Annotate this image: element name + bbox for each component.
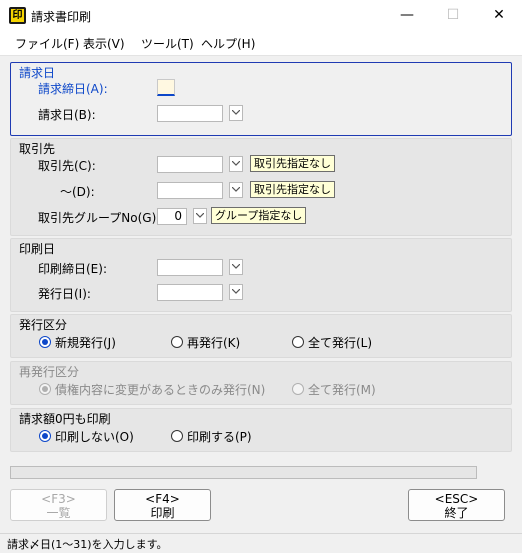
reissue-all-radio[interactable]: [292, 383, 304, 395]
print-cutoff-input[interactable]: [157, 259, 223, 276]
issue-all-label[interactable]: 全て発行(L): [308, 334, 372, 351]
print-button-label: 印刷: [150, 506, 175, 520]
customer-group-label: 取引先: [19, 142, 56, 156]
menu-help[interactable]: ヘルプ(H): [201, 35, 255, 52]
print-cutoff-dropdown[interactable]: [229, 259, 243, 275]
billing-date-group: 請求日 請求締日(A): 請求日(B):: [10, 62, 512, 136]
customer-to-input[interactable]: [157, 182, 223, 199]
billing-cutoff-label: 請求締日(A):: [38, 82, 108, 96]
billing-cutoff-input[interactable]: [157, 79, 175, 96]
chevron-down-icon: [232, 264, 240, 269]
zero-print-no-radio[interactable]: [39, 430, 51, 442]
zero-print-group: 請求額0円も印刷 印刷しない(O) 印刷する(P): [10, 408, 512, 452]
customer-group-no-dropdown[interactable]: [193, 208, 207, 224]
zero-print-group-label: 請求額0円も印刷: [19, 412, 111, 426]
customer-to-label: ～(D):: [60, 185, 95, 199]
chevron-down-icon: [196, 213, 204, 218]
status-bar: 請求〆日(1～31)を入力します。: [0, 533, 522, 553]
customer-group: 取引先 取引先(C): 取引先指定なし ～(D): 取引先指定なし 取引先グルー…: [10, 138, 512, 236]
zero-print-yes-label[interactable]: 印刷する(P): [187, 428, 252, 445]
menu-view[interactable]: 表示(V): [83, 35, 125, 52]
issue-reissue-radio[interactable]: [171, 336, 183, 348]
customer-group-no-input[interactable]: 0: [157, 208, 187, 225]
close-button[interactable]: ✕: [476, 0, 522, 31]
print-button[interactable]: <F4> 印刷: [114, 489, 211, 521]
issue-new-label[interactable]: 新規発行(J): [55, 334, 116, 351]
exit-button-key: <ESC>: [434, 492, 479, 506]
reissue-changed-radio[interactable]: [39, 383, 51, 395]
minimize-button[interactable]: —: [384, 0, 430, 31]
list-button-label: 一覧: [46, 506, 71, 520]
print-cutoff-label: 印刷締日(E):: [38, 262, 107, 276]
billing-date-label: 請求日(B):: [38, 108, 96, 122]
issue-date-input[interactable]: [157, 284, 223, 301]
print-button-key: <F4>: [145, 492, 180, 506]
customer-from-tag: 取引先指定なし: [250, 155, 335, 172]
issue-date-label: 発行日(I):: [38, 287, 91, 301]
menu-tools[interactable]: ツール(T): [141, 35, 194, 52]
customer-from-input[interactable]: [157, 156, 223, 173]
app-icon: 印: [9, 7, 26, 24]
print-date-group-label: 印刷日: [19, 242, 56, 256]
status-text: 請求〆日(1～31)を入力します。: [7, 538, 168, 551]
menu-bar: ファイル(F) 表示(V) ツール(T) ヘルプ(H): [0, 31, 522, 56]
zero-print-yes-radio[interactable]: [171, 430, 183, 442]
exit-button-label: 終了: [444, 506, 469, 520]
issue-all-radio[interactable]: [292, 336, 304, 348]
customer-to-dropdown[interactable]: [229, 182, 243, 198]
print-date-group: 印刷日 印刷締日(E): 発行日(I):: [10, 238, 512, 312]
customer-group-tag: グループ指定なし: [211, 207, 307, 224]
issue-type-group: 発行区分 新規発行(J) 再発行(K) 全て発行(L): [10, 314, 512, 358]
chevron-down-icon: [232, 110, 240, 115]
reissue-type-group-label: 再発行区分: [19, 365, 80, 379]
issue-reissue-label[interactable]: 再発行(K): [187, 334, 240, 351]
billing-date-dropdown[interactable]: [229, 105, 243, 121]
chevron-down-icon: [232, 187, 240, 192]
reissue-changed-label[interactable]: 債権内容に変更があるときのみ発行(N): [55, 381, 265, 398]
progress-bar: [10, 466, 477, 479]
maximize-button[interactable]: ☐: [430, 0, 476, 31]
list-button-key: <F3>: [41, 492, 76, 506]
issue-date-dropdown[interactable]: [229, 284, 243, 300]
issue-new-radio[interactable]: [39, 336, 51, 348]
chevron-down-icon: [232, 161, 240, 166]
list-button[interactable]: <F3> 一覧: [10, 489, 107, 521]
exit-button[interactable]: <ESC> 終了: [408, 489, 505, 521]
reissue-all-label[interactable]: 全て発行(M): [308, 381, 376, 398]
zero-print-no-label[interactable]: 印刷しない(O): [55, 428, 134, 445]
reissue-type-group: 再発行区分 債権内容に変更があるときのみ発行(N) 全て発行(M): [10, 361, 512, 405]
chevron-down-icon: [232, 289, 240, 294]
window-title: 請求書印刷: [31, 10, 92, 24]
customer-to-tag: 取引先指定なし: [250, 181, 335, 198]
customer-from-dropdown[interactable]: [229, 156, 243, 172]
customer-from-label: 取引先(C):: [38, 159, 96, 173]
billing-date-group-label: 請求日: [19, 66, 56, 80]
menu-file[interactable]: ファイル(F): [15, 35, 79, 52]
title-bar: 印 請求書印刷 — ☐ ✕: [0, 0, 522, 31]
issue-type-group-label: 発行区分: [19, 318, 68, 332]
customer-group-no-label: 取引先グループNo(G):: [38, 211, 161, 225]
billing-date-input[interactable]: [157, 105, 223, 122]
